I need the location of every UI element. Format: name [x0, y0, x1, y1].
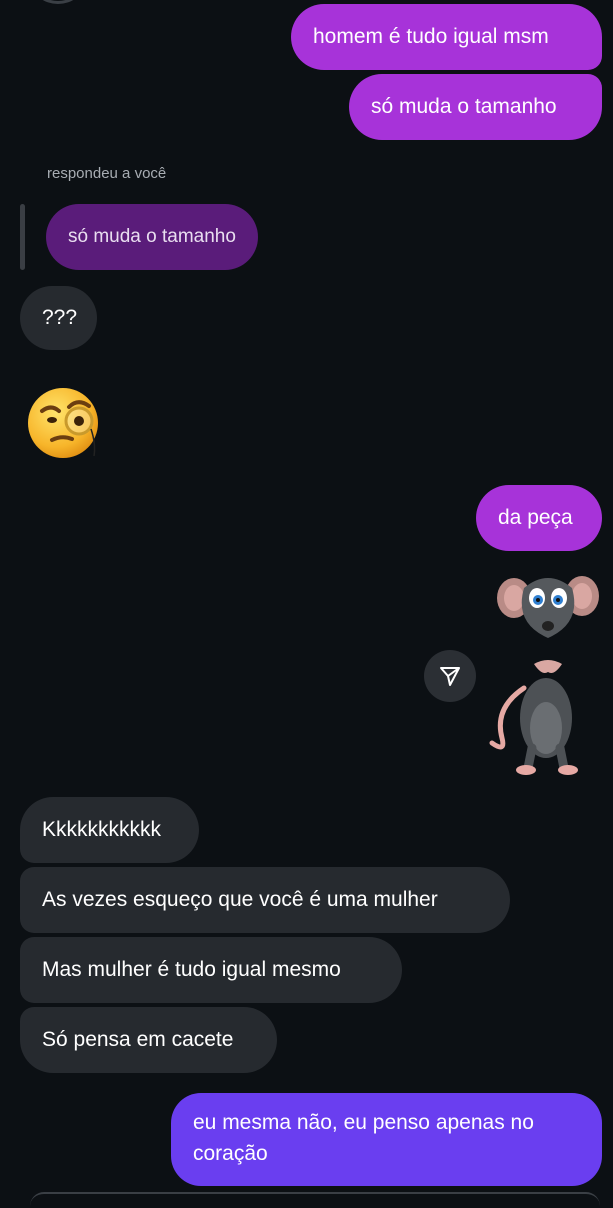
message-bubble-outgoing[interactable]: eu mesma não, eu penso apenas no coração [171, 1093, 602, 1186]
avatar[interactable] [32, 0, 84, 4]
send-icon [440, 667, 460, 686]
share-button[interactable] [424, 650, 476, 702]
message-text: homem é tudo igual msm [313, 25, 549, 48]
message-text: Só pensa em cacete [42, 1028, 234, 1051]
message-text: só muda o tamanho [371, 95, 557, 118]
message-text: eu mesma não, eu penso apenas no coração [193, 1111, 534, 1165]
message-bubble-incoming[interactable]: Só pensa em cacete [20, 1007, 277, 1073]
message-text: Kkkkkkkkkkk [42, 818, 162, 841]
message-bubble-outgoing[interactable]: da peça [476, 485, 602, 551]
message-bubble-incoming[interactable]: ??? [20, 286, 97, 350]
reply-indicator-bar [20, 204, 25, 270]
message-text: ??? [42, 306, 78, 329]
message-bubble-incoming[interactable]: Kkkkkkkkkkk [20, 797, 199, 863]
mouse-sticker[interactable] [484, 568, 606, 780]
message-bubble-outgoing[interactable]: homem é tudo igual msm [291, 4, 602, 70]
message-text: da peça [498, 506, 573, 529]
message-bubble-incoming[interactable]: As vezes esqueço que você é uma mulher [20, 867, 510, 933]
reply-label: respondeu a você [47, 165, 167, 182]
composer-edge [0, 1188, 613, 1200]
message-text: As vezes esqueço que você é uma mulher [42, 888, 438, 911]
message-bubble-outgoing[interactable]: só muda o tamanho [349, 74, 602, 140]
message-text: Mas mulher é tudo igual mesmo [42, 958, 341, 981]
composer-border [30, 1192, 600, 1208]
message-bubble-incoming[interactable]: Mas mulher é tudo igual mesmo [20, 937, 402, 1003]
quoted-text: só muda o tamanho [68, 226, 236, 247]
quoted-message[interactable]: só muda o tamanho [46, 204, 258, 270]
monocle-face-emoji[interactable] [26, 384, 104, 462]
